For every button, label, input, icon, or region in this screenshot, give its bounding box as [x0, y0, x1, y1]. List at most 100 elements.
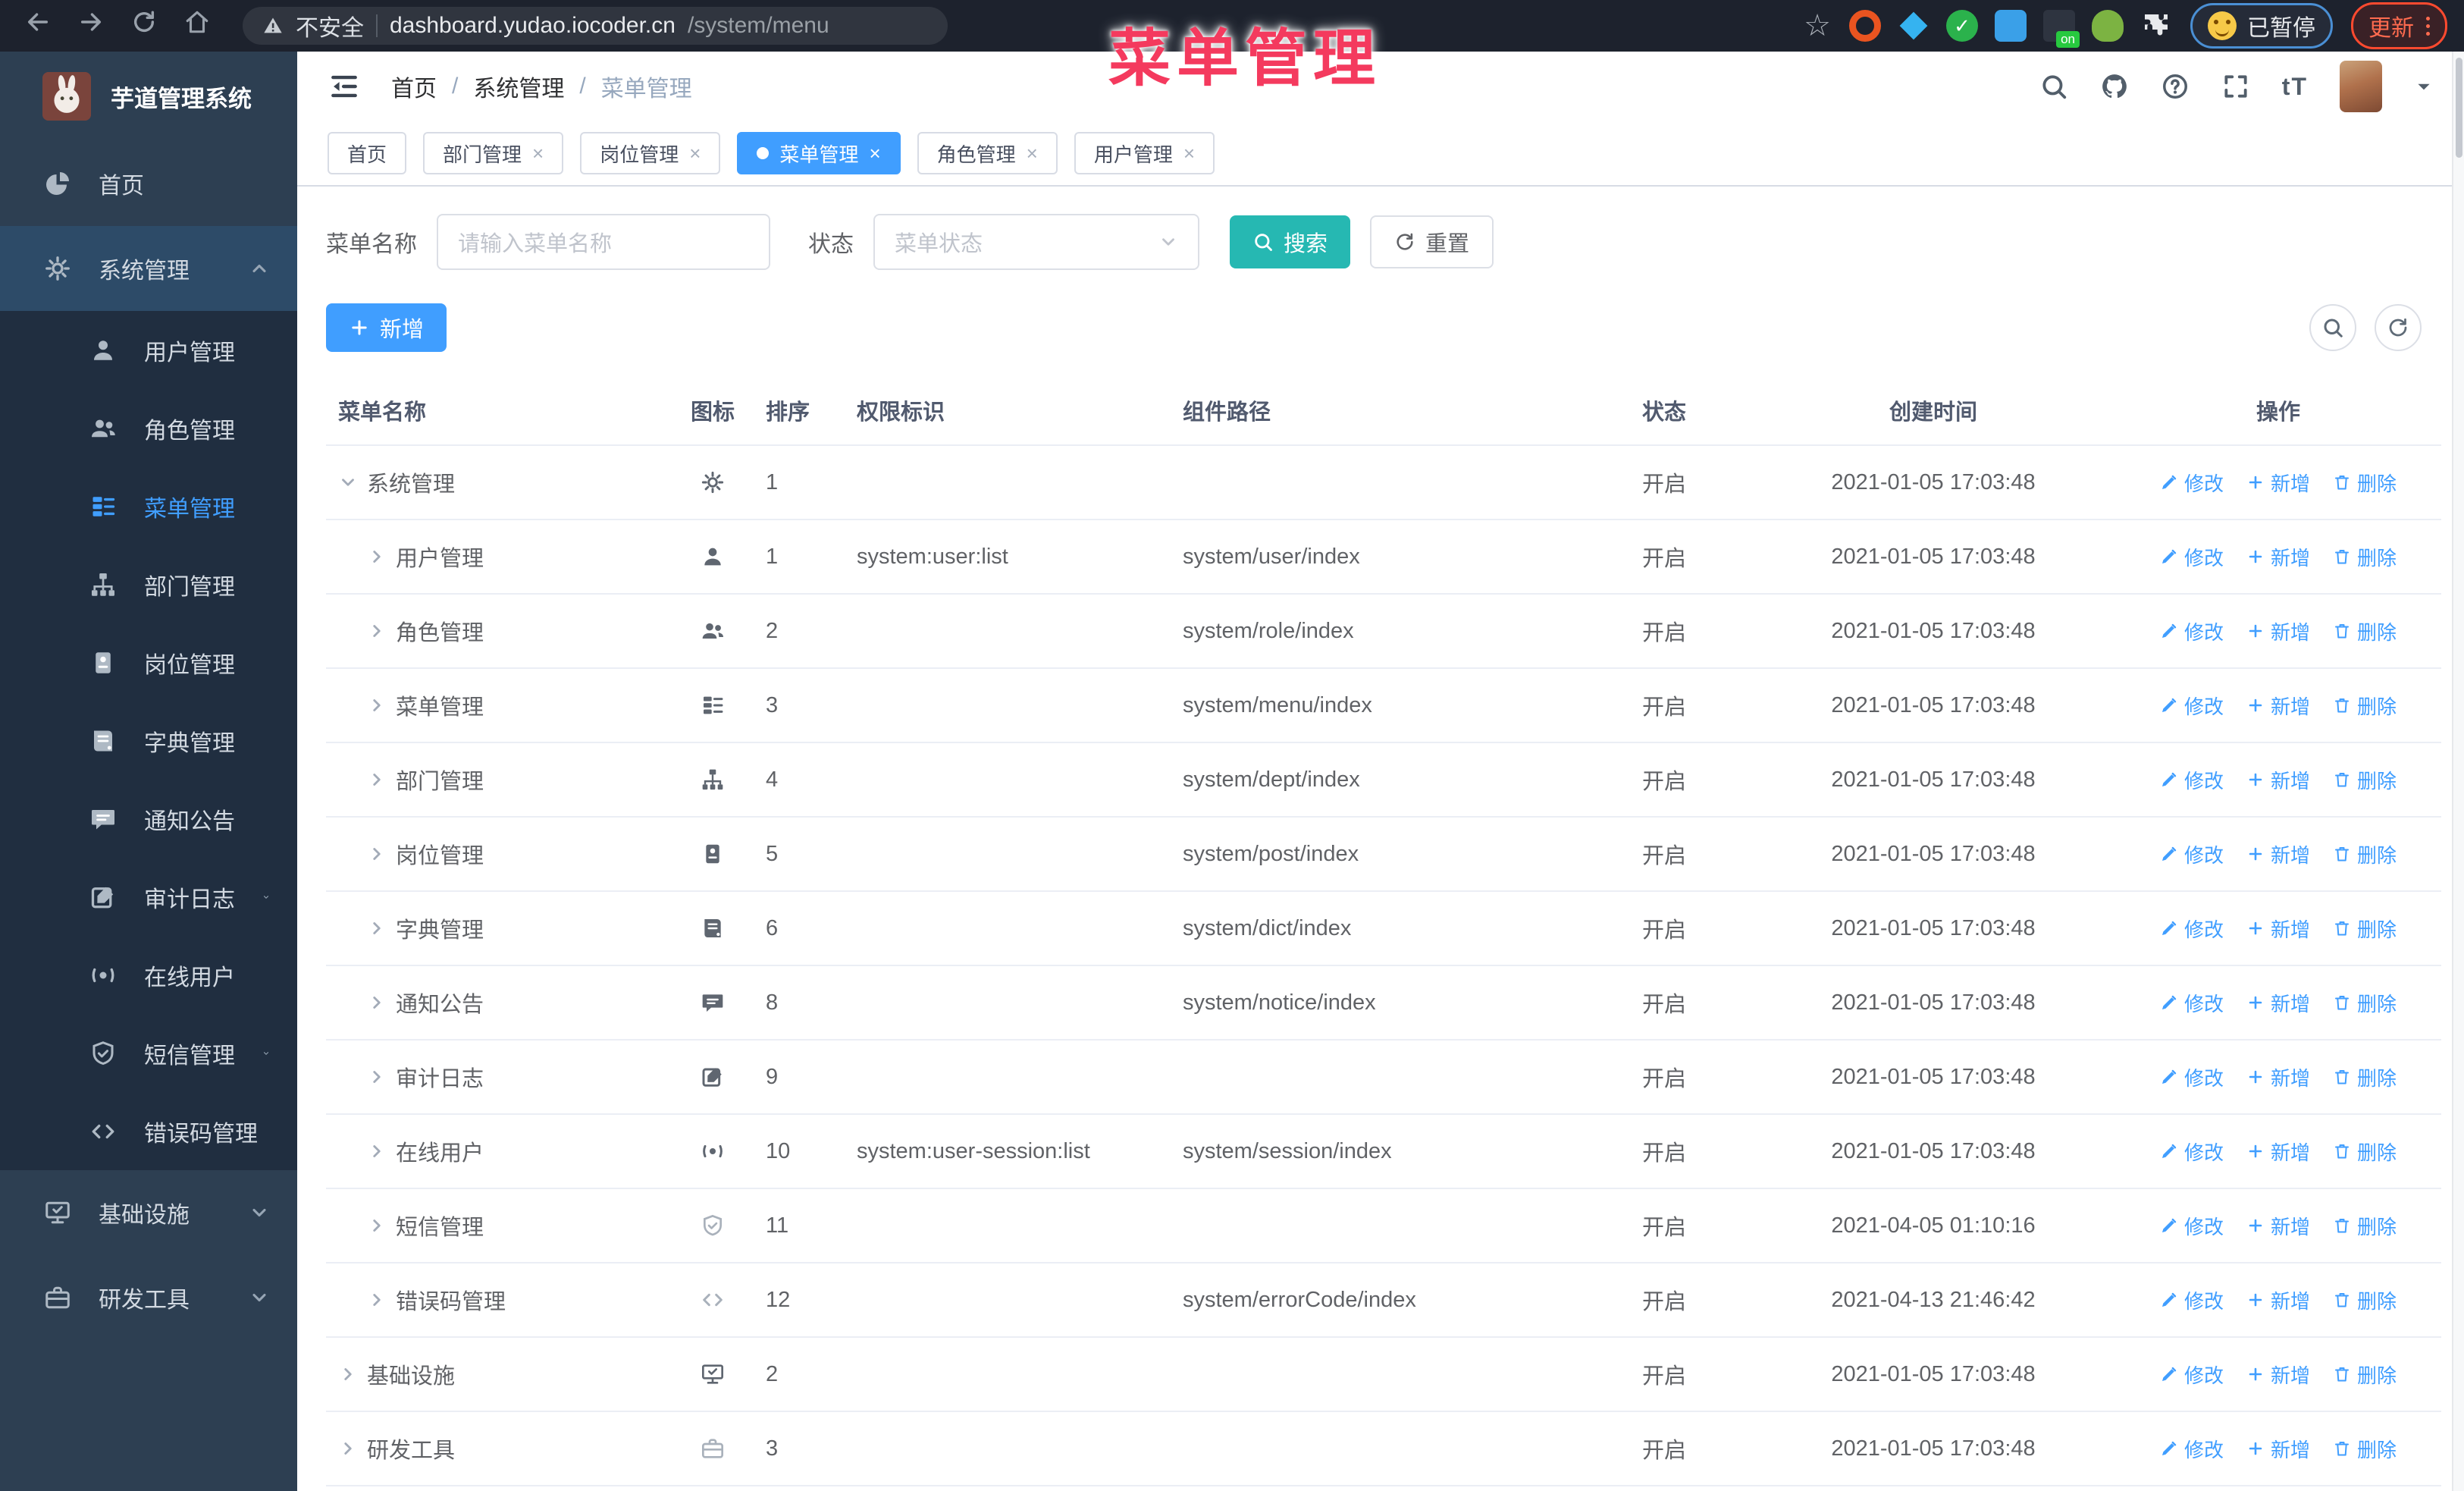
add-action[interactable]: 新增: [2246, 1286, 2310, 1314]
show-search-button[interactable]: [2309, 304, 2356, 351]
puzzle-ext-icon[interactable]: [2140, 10, 2172, 42]
add-button[interactable]: 新增: [326, 303, 447, 352]
delete-action[interactable]: 删除: [2333, 766, 2397, 794]
add-action[interactable]: 新增: [2246, 989, 2310, 1017]
edit-action[interactable]: 修改: [2160, 1138, 2224, 1166]
sidebar-item-菜单管理[interactable]: 菜单管理: [0, 467, 297, 545]
delete-action[interactable]: 删除: [2333, 989, 2397, 1017]
logo-row[interactable]: 芋道管理系统: [0, 52, 297, 141]
add-action[interactable]: 新增: [2246, 469, 2310, 497]
tab-菜单管理[interactable]: 菜单管理 ×: [737, 132, 901, 174]
breadcrumb-item[interactable]: 系统管理: [473, 70, 564, 103]
reset-button[interactable]: 重置: [1370, 215, 1494, 268]
delete-action[interactable]: 删除: [2333, 1361, 2397, 1389]
menu-name[interactable]: 角色管理: [396, 615, 484, 647]
menu-name[interactable]: 岗位管理: [396, 838, 484, 870]
close-icon[interactable]: ×: [1027, 143, 1038, 163]
add-action[interactable]: 新增: [2246, 1212, 2310, 1240]
sidebar-item-用户管理[interactable]: 用户管理: [0, 311, 297, 389]
menu-name[interactable]: 部门管理: [396, 764, 484, 796]
edit-action[interactable]: 修改: [2160, 766, 2224, 794]
delete-action[interactable]: 删除: [2333, 617, 2397, 645]
menu-name[interactable]: 研发工具: [367, 1433, 455, 1464]
status-select[interactable]: 菜单状态: [873, 214, 1199, 270]
refresh-table-button[interactable]: [2375, 304, 2422, 351]
menu-name-input[interactable]: 请输入菜单名称: [437, 214, 770, 270]
menu-name[interactable]: 基础设施: [367, 1358, 455, 1390]
more-menu-icon[interactable]: [2426, 16, 2430, 36]
address-bar[interactable]: 不安全 dashboard.yudao.iocoder.cn/system/me…: [243, 7, 948, 45]
paused-extension-badge[interactable]: 已暂停: [2190, 3, 2333, 49]
browser-reload-icon[interactable]: [129, 9, 159, 42]
add-action[interactable]: 新增: [2246, 617, 2310, 645]
menu-name[interactable]: 系统管理: [367, 466, 455, 498]
browser-home-icon[interactable]: [182, 9, 212, 42]
edit-action[interactable]: 修改: [2160, 840, 2224, 868]
delete-action[interactable]: 删除: [2333, 1286, 2397, 1314]
sidebar-item-审计日志[interactable]: 审计日志: [0, 858, 297, 936]
blue-grid-ext-icon[interactable]: [1995, 10, 2027, 42]
sidebar-item-系统管理[interactable]: 系统管理: [0, 226, 297, 311]
menu-name[interactable]: 菜单管理: [396, 689, 484, 721]
add-action[interactable]: 新增: [2246, 915, 2310, 943]
edit-action[interactable]: 修改: [2160, 543, 2224, 571]
github-icon[interactable]: [2100, 72, 2129, 101]
browser-update-button[interactable]: 更新: [2351, 2, 2447, 49]
sidebar-item-岗位管理[interactable]: 岗位管理: [0, 623, 297, 702]
sidebar-item-角色管理[interactable]: 角色管理: [0, 389, 297, 467]
edit-action[interactable]: 修改: [2160, 1435, 2224, 1463]
help-icon[interactable]: [2161, 72, 2190, 101]
collapse-sidebar-icon[interactable]: [328, 70, 361, 103]
sidebar-item-通知公告[interactable]: 通知公告: [0, 780, 297, 858]
orange-ring-ext-icon[interactable]: [1849, 10, 1881, 42]
edit-action[interactable]: 修改: [2160, 1286, 2224, 1314]
menu-name[interactable]: 用户管理: [396, 541, 484, 573]
edit-action[interactable]: 修改: [2160, 1361, 2224, 1389]
tab-首页[interactable]: 首页: [328, 132, 407, 174]
sidebar-item-基础设施[interactable]: 基础设施: [0, 1170, 297, 1255]
close-icon[interactable]: ×: [532, 143, 544, 163]
delete-action[interactable]: 删除: [2333, 1063, 2397, 1091]
breadcrumb-item[interactable]: 首页: [391, 70, 437, 103]
blue-gem-ext-icon[interactable]: [1898, 10, 1930, 42]
menu-name[interactable]: 在线用户: [396, 1135, 484, 1167]
delete-action[interactable]: 删除: [2333, 543, 2397, 571]
menu-name[interactable]: 字典管理: [396, 912, 484, 944]
edit-action[interactable]: 修改: [2160, 692, 2224, 720]
browser-forward-icon[interactable]: [76, 9, 106, 42]
sidebar-item-在线用户[interactable]: 在线用户: [0, 936, 297, 1014]
menu-name[interactable]: 短信管理: [396, 1210, 484, 1241]
user-menu-caret-icon[interactable]: [2414, 77, 2434, 96]
add-action[interactable]: 新增: [2246, 1435, 2310, 1463]
tab-用户管理[interactable]: 用户管理 ×: [1074, 132, 1215, 174]
add-action[interactable]: 新增: [2246, 840, 2310, 868]
delete-action[interactable]: 删除: [2333, 915, 2397, 943]
tab-岗位管理[interactable]: 岗位管理 ×: [580, 132, 721, 174]
edit-action[interactable]: 修改: [2160, 469, 2224, 497]
menu-name[interactable]: 通知公告: [396, 987, 484, 1019]
sidebar-item-研发工具[interactable]: 研发工具: [0, 1255, 297, 1340]
add-action[interactable]: 新增: [2246, 543, 2310, 571]
search-icon[interactable]: [2039, 72, 2068, 101]
sidebar-item-短信管理[interactable]: 短信管理: [0, 1014, 297, 1092]
add-action[interactable]: 新增: [2246, 1063, 2310, 1091]
menu-name[interactable]: 审计日志: [396, 1061, 484, 1093]
dark-grid-ext-icon[interactable]: on: [2043, 10, 2080, 48]
green-check-ext-icon[interactable]: ✓: [1946, 10, 1978, 42]
green-bug-ext-icon[interactable]: [2092, 10, 2124, 42]
close-icon[interactable]: ×: [1183, 143, 1195, 163]
scrollbar-thumb[interactable]: [2456, 58, 2462, 158]
bookmark-star-icon[interactable]: ☆: [1804, 8, 1831, 43]
tab-角色管理[interactable]: 角色管理 ×: [917, 132, 1058, 174]
add-action[interactable]: 新增: [2246, 1361, 2310, 1389]
scrollbar[interactable]: [2452, 52, 2464, 1491]
add-action[interactable]: 新增: [2246, 692, 2310, 720]
edit-action[interactable]: 修改: [2160, 617, 2224, 645]
close-icon[interactable]: ×: [869, 143, 880, 163]
delete-action[interactable]: 删除: [2333, 692, 2397, 720]
delete-action[interactable]: 删除: [2333, 1138, 2397, 1166]
add-action[interactable]: 新增: [2246, 766, 2310, 794]
sidebar-item-首页[interactable]: 首页: [0, 141, 297, 226]
edit-action[interactable]: 修改: [2160, 1212, 2224, 1240]
menu-name[interactable]: 错误码管理: [396, 1284, 506, 1316]
